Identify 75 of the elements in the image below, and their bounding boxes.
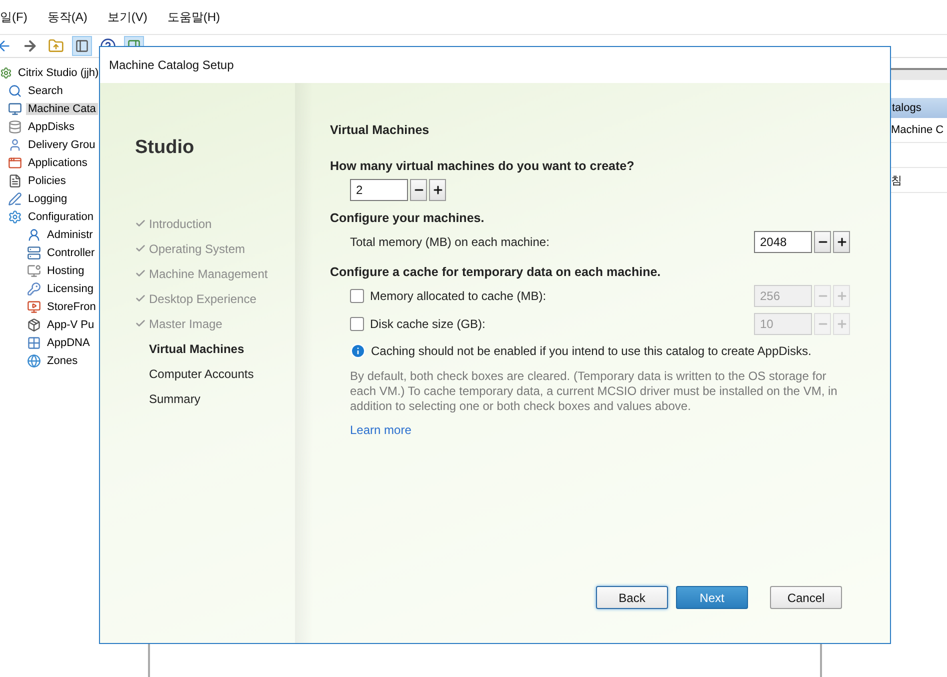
checkbox[interactable]: [350, 289, 364, 303]
tree-item[interactable]: Configuration: [26, 211, 96, 223]
wizard-step: Computer Accounts: [149, 366, 254, 380]
tree-item[interactable]: Delivery Grou: [26, 139, 98, 151]
plus-icon: [836, 236, 848, 248]
settings-icon: [0, 67, 12, 79]
window-title: Machine Catalog Setup: [109, 58, 234, 72]
info-icon: [350, 343, 366, 359]
increment-button[interactable]: [833, 231, 850, 253]
user-icon: [8, 138, 22, 152]
tree-item[interactable]: AppDNA: [45, 337, 92, 349]
tree-item[interactable]: Hosting: [45, 265, 86, 277]
number-field[interactable]: 2048: [754, 231, 812, 253]
tree-item[interactable]: Machine Cata: [26, 103, 98, 115]
tree-item[interactable]: App-V Pu: [45, 319, 96, 331]
tree-item[interactable]: Zones: [45, 355, 80, 367]
menu-item[interactable]: 보기(V): [107, 8, 148, 26]
section-label: Configure a cache for temporary data on each machine.: [330, 265, 662, 279]
wizard-step: Operating System: [149, 242, 246, 256]
server-icon: [27, 246, 41, 260]
info-message: Caching should not be enabled if you intend to use this catalog to create AppDisks.: [371, 344, 812, 358]
key-icon: [27, 282, 41, 296]
wizard-step: Virtual Machines: [149, 342, 244, 356]
database-icon: [8, 120, 22, 134]
learn-more-link[interactable]: Learn more: [350, 423, 412, 437]
settings-icon: [8, 210, 22, 224]
question-label: How many virtual machines do you want to create?: [330, 159, 636, 173]
search-icon: [8, 84, 22, 98]
wizard-step: Master Image: [149, 316, 222, 330]
monitor-icon: [8, 102, 22, 116]
increment-button[interactable]: [429, 179, 446, 201]
dialog-button[interactable]: Back: [596, 586, 668, 609]
decrement-button[interactable]: [814, 231, 831, 253]
plus-icon: [836, 318, 848, 330]
panel-icon[interactable]: [72, 36, 92, 56]
tree-item[interactable]: Licensing: [45, 283, 96, 295]
decrement-button[interactable]: [410, 179, 427, 201]
globe-icon: [27, 354, 41, 368]
tree-item[interactable]: Search: [26, 85, 65, 97]
checkbox-label: Disk cache size (GB):: [370, 317, 486, 331]
plus-icon: [432, 184, 444, 196]
field-label: Total memory (MB) on each machine:: [350, 235, 550, 249]
wizard-step: Summary: [149, 392, 200, 406]
package-icon: [27, 318, 41, 332]
brand-title: Studio: [135, 137, 196, 159]
tree-item[interactable]: Applications: [26, 157, 90, 169]
section-label: Configure your machines.: [330, 211, 486, 225]
monitor-icon: [27, 264, 41, 278]
tree-item[interactable]: AppDisks: [26, 121, 76, 133]
wizard-step: Machine Management: [149, 266, 268, 280]
tree-item[interactable]: Administr: [45, 229, 95, 241]
tree-item[interactable]: StoreFron: [45, 301, 98, 313]
menu-item[interactable]: 도움말(H): [167, 8, 220, 26]
wizard-step: Introduction: [149, 216, 212, 230]
wizard-step: Desktop Experience: [149, 292, 256, 306]
page-heading: Virtual Machines: [330, 123, 430, 137]
dialog-button[interactable]: Next: [676, 586, 748, 609]
user-icon: [27, 228, 41, 242]
number-field[interactable]: 2: [350, 179, 408, 201]
document-icon: [8, 174, 22, 188]
grid-icon: [27, 336, 41, 350]
checkbox[interactable]: [350, 317, 364, 331]
menu-item[interactable]: 동작(A): [47, 8, 88, 26]
note-text: By default, both check boxes are cleared. (Temporary data is written to the OS storage for each VM.) To cache temporary data, a current MCSIO driver must be installed on the VM, in addition to selecting one or both check boxes and values above.: [349, 369, 838, 414]
dialog-button[interactable]: Cancel: [770, 586, 842, 609]
monitor-icon: [27, 300, 41, 314]
tree-item[interactable]: Logging: [26, 193, 70, 205]
tree-item[interactable]: Policies: [26, 175, 68, 187]
menu-item[interactable]: 일(F): [0, 8, 28, 26]
pen-icon: [8, 192, 22, 206]
tree-item[interactable]: Citrix Studio (jjh): [16, 67, 101, 79]
checkbox-label: Memory allocated to cache (MB):: [370, 289, 546, 303]
application-icon: [8, 156, 22, 170]
plus-icon: [836, 290, 848, 302]
tree-item[interactable]: Controller: [45, 247, 97, 259]
